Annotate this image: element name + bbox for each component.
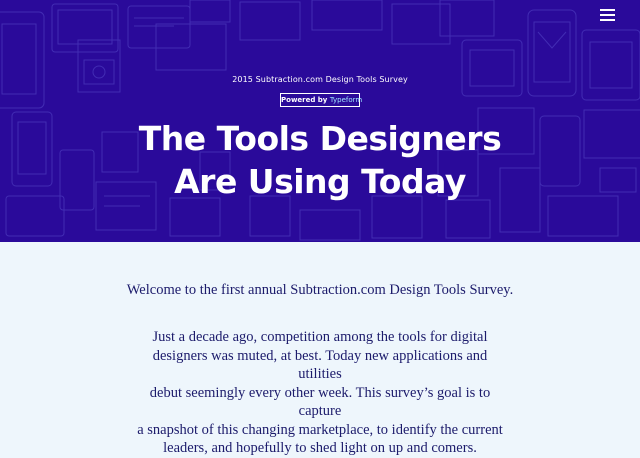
hero-banner: 2015 Subtraction.com Design Tools Survey… xyxy=(0,0,640,242)
intro-text: Welcome to the first annual Subtraction.… xyxy=(126,282,514,298)
hamburger-menu-icon[interactable] xyxy=(600,8,618,22)
powered-by-typeform-badge[interactable]: Powered by Typeform xyxy=(280,93,363,107)
paragraph-line: Just a decade ago, competition among the… xyxy=(152,329,488,345)
paragraph-line: debut seemingly every other week. This s… xyxy=(149,384,491,420)
page-title: The Tools Designers Are Using Today xyxy=(0,117,640,203)
typeform-brand: Typeform xyxy=(329,96,363,104)
paragraph-line: designers was muted, at best. Today new … xyxy=(152,347,488,383)
page-title-line-1: The Tools Designers xyxy=(138,119,502,158)
page-title-line-2: Are Using Today xyxy=(174,162,466,201)
intro-paragraph: Just a decade ago, competition among the… xyxy=(134,328,506,458)
survey-eyebrow: 2015 Subtraction.com Design Tools Survey xyxy=(232,75,408,84)
powered-by-label: Powered by xyxy=(281,96,328,104)
paragraph-line: a snapshot of this changing marketplace,… xyxy=(137,421,503,438)
paragraph-line: leaders, and hopefully to shed light on … xyxy=(163,440,477,456)
